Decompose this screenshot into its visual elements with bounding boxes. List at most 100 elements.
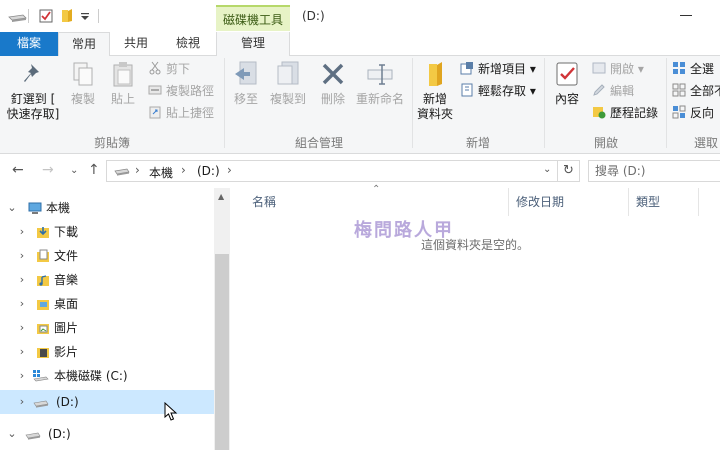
breadcrumb-separator-icon[interactable]: › (227, 163, 232, 177)
expand-chevron-icon[interactable]: › (16, 268, 28, 292)
pin-label-line2: 快速存取] (6, 107, 60, 121)
nav-drive-d[interactable]: › (D:) (0, 390, 214, 414)
new-folder-quick-icon[interactable] (60, 8, 74, 24)
nav-local-disk-c[interactable]: › 本機磁碟 (C:) (0, 364, 214, 388)
expand-chevron-icon[interactable]: › (16, 220, 28, 244)
back-arrow-icon[interactable]: ← (12, 162, 24, 178)
edit-button[interactable]: 編輯 (592, 82, 634, 100)
select-group-label: 選取 (693, 136, 718, 150)
nav-music-label: 音樂 (54, 273, 79, 287)
breadcrumb-separator-icon[interactable]: › (135, 163, 140, 177)
copy-to-label: 複製到 (269, 92, 306, 106)
copy-button[interactable]: 複製 (66, 60, 100, 107)
pin-label-line1: 釘選到 [ (10, 92, 56, 106)
open-button[interactable]: 開啟 ▾ (592, 60, 644, 78)
copy-path-button[interactable]: 複製路徑 (148, 82, 214, 100)
nav-videos[interactable]: › 影片 (0, 340, 214, 364)
pin-to-quick-access-button[interactable]: 釘選到 [ 快速存取] (2, 60, 64, 122)
nav-desktop[interactable]: › 桌面 (0, 292, 214, 316)
videos-folder-icon (37, 348, 49, 358)
move-to-icon (235, 61, 257, 85)
expand-chevron-icon[interactable]: › (16, 364, 28, 388)
paste-button[interactable]: 貼上 (106, 60, 140, 107)
delete-button[interactable]: 刪除 (316, 60, 350, 107)
empty-folder-message: 這個資料夾是空的。 (420, 238, 529, 252)
breadcrumb-this-pc[interactable]: 本機 (149, 164, 173, 181)
ribbon-separator (224, 58, 225, 148)
column-divider[interactable] (508, 188, 509, 216)
nav-scrollbar-thumb[interactable] (215, 254, 229, 450)
tab-share[interactable]: 共用 (112, 32, 160, 56)
paste-shortcut-button[interactable]: 貼上捷徑 (148, 104, 214, 122)
column-header-name[interactable]: 名稱 (252, 193, 276, 210)
column-header-type[interactable]: 類型 (636, 193, 660, 210)
select-all-button[interactable]: 全選 (672, 60, 714, 78)
tab-view[interactable]: 檢視 (164, 32, 212, 56)
properties-check-icon (556, 62, 578, 86)
select-all-label: 全選 (690, 62, 715, 76)
navigation-pane: ⌄ 本機 › 下載 › 文件 › 音樂 › 桌面 › 圖片 › 影片 › 本機磁… (0, 188, 230, 450)
expand-chevron-icon[interactable]: › (16, 316, 28, 340)
refresh-button[interactable]: ↻ (558, 160, 580, 182)
organize-group-label: 組合管理 (294, 136, 343, 150)
column-divider[interactable] (698, 188, 699, 216)
select-all-icon (673, 62, 685, 74)
copy-to-button[interactable]: 複製到 (266, 60, 310, 107)
new-item-button[interactable]: 新增項目 ▾ (460, 60, 536, 78)
nav-scrollbar[interactable]: ▲ (214, 188, 230, 450)
nav-drive-d-root[interactable]: ⌄ (D:) (0, 422, 214, 446)
ribbon-separator (412, 58, 413, 148)
rename-icon (367, 64, 393, 85)
properties-button[interactable]: 內容 (550, 60, 584, 107)
nav-pictures[interactable]: › 圖片 (0, 316, 214, 340)
collapse-chevron-icon[interactable]: ⌄ (6, 422, 18, 446)
easy-access-button[interactable]: 輕鬆存取 ▾ (460, 82, 536, 100)
breadcrumb-separator-icon[interactable]: › (181, 163, 186, 177)
nav-drive-d-root-label: (D:) (48, 427, 71, 441)
select-none-button[interactable]: 全部不 (672, 82, 720, 100)
expand-chevron-icon[interactable]: › (16, 340, 28, 364)
copy-path-icon (148, 85, 162, 95)
nav-drive-d-label: (D:) (56, 395, 79, 409)
breadcrumb-drive-d[interactable]: (D:) (197, 164, 220, 178)
scroll-up-icon[interactable]: ▲ (218, 192, 224, 201)
nav-this-pc[interactable]: ⌄ 本機 (0, 196, 214, 220)
window-title: (D:) (302, 9, 325, 23)
open-icon (592, 62, 606, 74)
expand-chevron-icon[interactable]: › (16, 244, 28, 268)
forward-arrow-icon[interactable]: → (42, 162, 54, 178)
paste-label: 貼上 (110, 92, 135, 106)
open-group-label: 開啟 (593, 136, 618, 150)
recent-locations-chevron-icon[interactable]: ⌄ (70, 165, 78, 176)
rename-button[interactable]: 重新命名 (352, 60, 408, 107)
tab-file[interactable]: 檔案 (0, 32, 58, 56)
column-header-date-modified[interactable]: 修改日期 (516, 193, 564, 210)
easy-access-label: 輕鬆存取 (478, 84, 527, 98)
cut-button[interactable]: 剪下 (148, 60, 190, 78)
expand-chevron-icon[interactable]: › (16, 390, 28, 414)
rename-label: 重新命名 (355, 92, 404, 106)
properties-quick-icon[interactable] (38, 8, 54, 24)
new-item-label: 新增項目 (478, 62, 527, 76)
expand-chevron-icon[interactable]: › (16, 292, 28, 316)
nav-music[interactable]: › 音樂 (0, 268, 214, 292)
customize-toolbar-icon[interactable] (80, 8, 90, 24)
collapse-chevron-icon[interactable]: ⌄ (6, 196, 18, 220)
column-divider[interactable] (628, 188, 629, 216)
history-icon (593, 107, 606, 119)
paste-shortcut-label: 貼上捷徑 (166, 106, 215, 120)
move-to-button[interactable]: 移至 (230, 60, 262, 107)
tab-home[interactable]: 常用 (58, 32, 110, 57)
address-history-chevron-icon[interactable]: ⌄ (543, 164, 551, 175)
new-folder-button[interactable]: 新增 資料夾 (414, 60, 456, 122)
nav-documents[interactable]: › 文件 (0, 244, 214, 268)
nav-downloads[interactable]: › 下載 (0, 220, 214, 244)
history-button[interactable]: 歷程記錄 (592, 104, 658, 122)
tab-manage[interactable]: 管理 (216, 32, 290, 56)
invert-selection-button[interactable]: 反向 (672, 104, 714, 122)
up-arrow-icon[interactable]: ↑ (88, 162, 100, 178)
search-input[interactable]: 搜尋 (D:) (588, 160, 720, 182)
minimize-button[interactable] (680, 15, 692, 16)
nav-local-disk-c-label: 本機磁碟 (C:) (54, 369, 128, 383)
address-bar[interactable]: › 本機 › (D:) › ⌄ (106, 160, 558, 182)
